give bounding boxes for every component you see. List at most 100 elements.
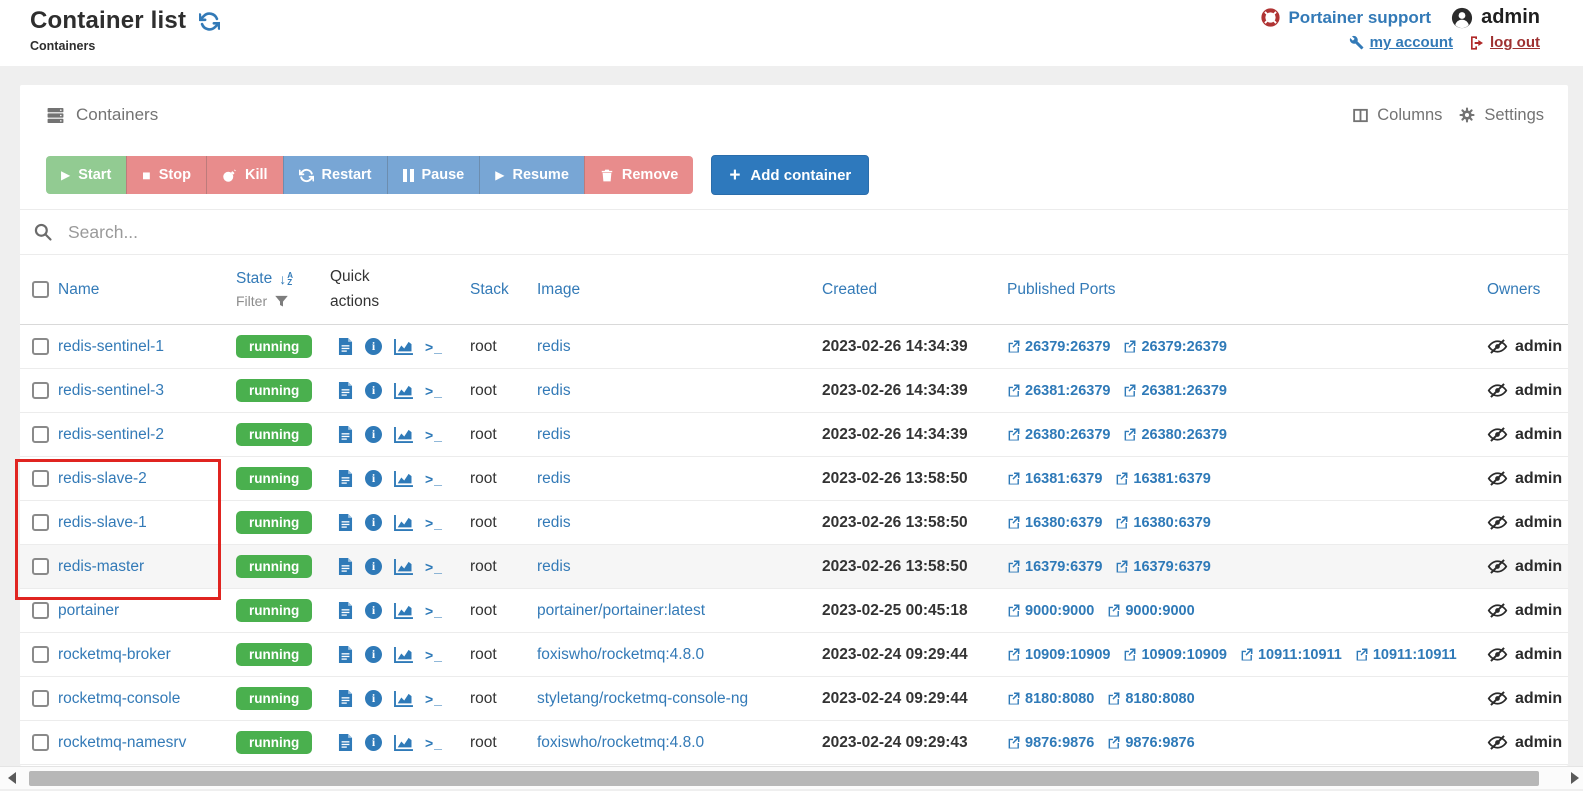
published-port-link[interactable]: 16379:6379 [1115,559,1211,575]
scrollbar-thumb[interactable] [29,771,1539,786]
published-port-link[interactable]: 26381:26379 [1123,383,1227,399]
quick-action-stats[interactable] [394,646,413,663]
quick-action-stats[interactable] [394,602,413,619]
published-port-link[interactable]: 10911:10911 [1355,647,1457,663]
quick-action-stats[interactable] [394,690,413,707]
image-link[interactable]: portainer/portainer:latest [537,602,705,619]
published-port-link[interactable]: 9000:9000 [1007,603,1094,619]
stop-button[interactable]: ■ Stop [126,156,206,194]
refresh-icon[interactable] [199,11,221,32]
container-name-link[interactable]: rocketmq-namesrv [58,734,186,751]
row-checkbox[interactable] [32,426,49,443]
quick-action-logs[interactable] [338,646,353,663]
published-port-link[interactable]: 10909:10909 [1007,647,1110,663]
container-name-link[interactable]: redis-sentinel-3 [58,382,164,399]
published-port-link[interactable]: 26381:26379 [1007,383,1110,399]
published-port-link[interactable]: 26379:26379 [1123,339,1227,355]
published-port-link[interactable]: 8180:8080 [1107,691,1195,707]
quick-action-console[interactable]: >_ [425,383,443,399]
quick-action-inspect[interactable]: i [365,338,382,355]
quick-action-logs[interactable] [338,470,353,487]
published-port-link[interactable]: 16380:6379 [1007,515,1102,531]
container-name-link[interactable]: redis-master [58,558,144,575]
quick-action-logs[interactable] [338,426,353,443]
quick-action-console[interactable]: >_ [425,603,443,619]
image-link[interactable]: redis [537,338,571,355]
published-port-link[interactable]: 26379:26379 [1007,339,1110,355]
quick-action-inspect[interactable]: i [365,426,382,443]
quick-action-console[interactable]: >_ [425,339,443,355]
published-port-link[interactable]: 16380:6379 [1115,515,1211,531]
image-link[interactable]: redis [537,382,571,399]
row-checkbox[interactable] [32,646,49,663]
image-link[interactable]: redis [537,514,571,531]
quick-action-logs[interactable] [338,382,353,399]
published-port-link[interactable]: 9000:9000 [1107,603,1195,619]
image-link[interactable]: foxiswho/rocketmq:4.8.0 [537,734,704,751]
quick-action-console[interactable]: >_ [425,735,443,751]
quick-action-inspect[interactable]: i [365,470,382,487]
quick-action-inspect[interactable]: i [365,602,382,619]
image-link[interactable]: styletang/rocketmq-console-ng [537,690,748,707]
container-name-link[interactable]: redis-slave-2 [58,470,147,487]
published-port-link[interactable]: 10911:10911 [1240,647,1342,663]
quick-action-logs[interactable] [338,514,353,531]
quick-action-logs[interactable] [338,558,353,575]
quick-action-stats[interactable] [394,426,413,443]
resume-button[interactable]: ▶ Resume [479,156,584,194]
quick-action-inspect[interactable]: i [365,514,382,531]
settings-button[interactable]: Settings [1458,106,1544,125]
columns-button[interactable]: Columns [1352,106,1442,125]
quick-action-inspect[interactable]: i [365,734,382,751]
published-port-link[interactable]: 16381:6379 [1115,471,1211,487]
container-name-link[interactable]: rocketmq-broker [58,646,171,663]
quick-action-stats[interactable] [394,470,413,487]
published-port-link[interactable]: 16381:6379 [1007,471,1102,487]
published-port-link[interactable]: 8180:8080 [1007,691,1094,707]
column-header-name[interactable]: Name [58,281,236,299]
my-account-link[interactable]: my account [1349,34,1453,51]
column-header-state[interactable]: State ↓ A Z [236,270,330,288]
row-checkbox[interactable] [32,690,49,707]
quick-action-logs[interactable] [338,602,353,619]
column-header-published-ports[interactable]: Published Ports [1007,281,1487,299]
container-name-link[interactable]: redis-slave-1 [58,514,147,531]
column-header-image[interactable]: Image [537,281,822,299]
quick-action-console[interactable]: >_ [425,427,443,443]
image-link[interactable]: foxiswho/rocketmq:4.8.0 [537,646,704,663]
column-header-owners[interactable]: Owners [1487,281,1568,299]
published-port-link[interactable]: 26380:26379 [1123,427,1227,443]
container-name-link[interactable]: redis-sentinel-2 [58,426,164,443]
state-filter-button[interactable]: Filter [236,293,330,309]
published-port-link[interactable]: 26380:26379 [1007,427,1110,443]
quick-action-stats[interactable] [394,558,413,575]
quick-action-stats[interactable] [394,338,413,355]
quick-action-inspect[interactable]: i [365,558,382,575]
quick-action-stats[interactable] [394,382,413,399]
row-checkbox[interactable] [32,470,49,487]
row-checkbox[interactable] [32,338,49,355]
quick-action-console[interactable]: >_ [425,647,443,663]
published-port-link[interactable]: 9876:9876 [1107,735,1195,751]
row-checkbox[interactable] [32,602,49,619]
published-port-link[interactable]: 16379:6379 [1007,559,1102,575]
quick-action-stats[interactable] [394,734,413,751]
kill-button[interactable]: Kill [205,156,283,194]
row-checkbox[interactable] [32,558,49,575]
quick-action-inspect[interactable]: i [365,690,382,707]
remove-button[interactable]: Remove [583,156,694,194]
quick-action-console[interactable]: >_ [425,471,443,487]
container-name-link[interactable]: redis-sentinel-1 [58,338,164,355]
container-name-link[interactable]: rocketmq-console [58,690,180,707]
container-name-link[interactable]: portainer [58,602,119,619]
quick-action-console[interactable]: >_ [425,691,443,707]
portainer-support-link[interactable]: Portainer support [1261,8,1431,28]
column-header-created[interactable]: Created [822,281,1007,299]
select-all-checkbox[interactable] [32,281,49,298]
add-container-button[interactable]: + Add container [711,155,870,195]
quick-action-inspect[interactable]: i [365,646,382,663]
restart-button[interactable]: Restart [282,156,387,194]
row-checkbox[interactable] [32,734,49,751]
quick-action-console[interactable]: >_ [425,515,443,531]
scroll-left-button[interactable] [8,772,16,784]
